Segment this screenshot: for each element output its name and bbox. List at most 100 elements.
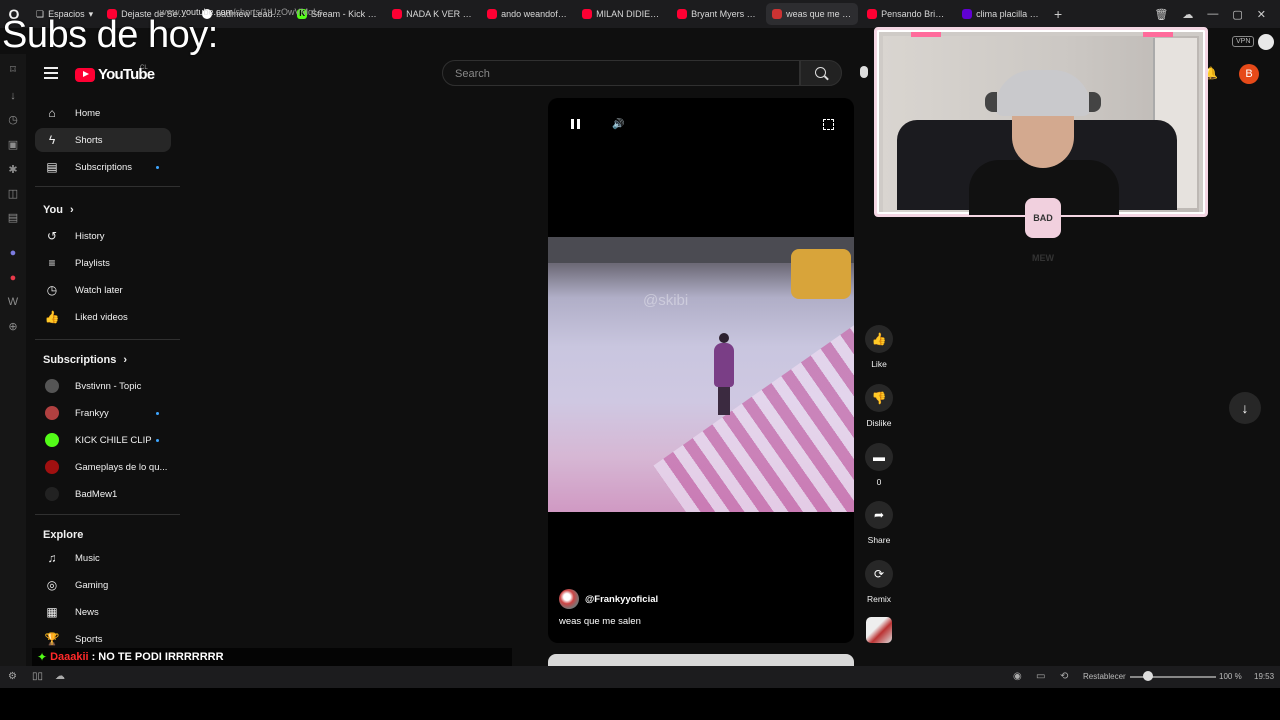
browser-tab[interactable]: clima placilla valpara	[956, 3, 1048, 25]
sidebar-item-badmew1[interactable]: BadMew1	[35, 482, 171, 506]
sidebar-icon: ⌂	[48, 106, 56, 120]
search-button[interactable]	[800, 60, 842, 86]
notes-icon[interactable]: ▣	[7, 139, 19, 151]
sidebar-item-label: News	[75, 606, 99, 618]
sidebar-item-frankyy[interactable]: Frankyy	[35, 401, 171, 425]
new-tab-button[interactable]: +	[1048, 6, 1068, 22]
add-panel-icon[interactable]: ⊕	[7, 321, 19, 333]
tab-title: MILAN DIDIER & JEF	[596, 9, 662, 19]
thumbs-up-icon: 👍	[865, 325, 893, 353]
sidebar-item-bvstivnn-topic[interactable]: Bvstivnn - Topic	[35, 374, 171, 398]
sidebar-item-subscriptions[interactable]: ▤ Subscriptions	[35, 155, 171, 179]
bookmark-icon[interactable]: ⌑	[7, 64, 19, 76]
profile-icon[interactable]	[1258, 34, 1274, 50]
next-short-preview[interactable]	[548, 654, 854, 666]
sidebar-item-news[interactable]: ▦ News	[35, 600, 171, 624]
headphones-shape	[985, 92, 1101, 112]
volume-icon[interactable]: 🔊	[612, 119, 624, 130]
browser-status-bar: ⚙ ▯▯ ☁ ◉ ▭ ⟲ Restablecer 100 % 19:53	[0, 666, 1280, 688]
search-input[interactable]	[453, 67, 787, 81]
next-video-arrow-icon[interactable]: ↓	[1229, 392, 1261, 424]
channel-link[interactable]: @Frankyyoficial	[559, 589, 658, 609]
tab-favicon-icon	[487, 9, 498, 19]
vpn-badge[interactable]: VPN	[1232, 36, 1255, 47]
clipboard-icon[interactable]: ▤	[7, 212, 19, 224]
minimize-button[interactable]: —	[1207, 8, 1218, 20]
screenshot-icon[interactable]: ◉	[1013, 671, 1022, 682]
country-code: CL	[140, 65, 148, 71]
tab-title: Pensando Brigido (D	[881, 9, 948, 19]
sidebar-divider	[35, 514, 180, 515]
sidebar-divider	[35, 339, 180, 340]
url-path: /shorts/1tUzOwVMqLs	[233, 7, 323, 17]
wikipedia-icon[interactable]: W	[7, 296, 19, 308]
sidebar-item-gaming[interactable]: ◎ Gaming	[35, 573, 171, 597]
dislike-button[interactable]: 👎 Dislike	[860, 384, 898, 428]
sidebar-item-kick-chile-clip[interactable]: KICK CHILE CLIP	[35, 428, 171, 452]
sidebar-item-label: Subscriptions	[75, 161, 133, 173]
sidebar-item-label: Bvstivnn - Topic	[75, 380, 142, 392]
chat-separator: :	[91, 651, 96, 663]
sound-thumbnail[interactable]	[866, 617, 892, 643]
browser-side-panel: ⌑ ↓ ◷ ▣ ✱ ◫ ▤ ● ● W ⊕	[0, 54, 26, 666]
history-icon[interactable]: ◷	[7, 114, 19, 126]
car-shape	[791, 249, 851, 299]
fullscreen-icon[interactable]	[823, 119, 834, 130]
sidebar-item-history[interactable]: ↺ History	[35, 224, 171, 248]
sidebar-item-label: Watch later	[75, 284, 123, 296]
settings-icon[interactable]: ⚙	[8, 671, 17, 682]
pause-icon[interactable]	[571, 119, 580, 129]
zoom-slider-handle[interactable]	[1143, 671, 1153, 681]
explore-section-header[interactable]: Explore	[43, 529, 83, 541]
download-icon[interactable]: ↓	[7, 90, 19, 102]
maximize-button[interactable]: ▢	[1232, 8, 1242, 21]
zoom-reset-button[interactable]: Restablecer	[1083, 672, 1126, 681]
channel-avatar-icon	[45, 487, 59, 501]
sidebar-divider	[35, 186, 180, 187]
tab-favicon-icon	[772, 9, 783, 19]
sidebar-icon: ≡	[48, 256, 56, 270]
messenger-icon[interactable]: ●	[7, 247, 19, 259]
comments-count: 0	[876, 477, 882, 487]
sidebar-item-watch-later[interactable]: ◷ Watch later	[35, 278, 171, 302]
toggle-icon[interactable]: ⟲	[1060, 671, 1068, 682]
browser-tab[interactable]: MILAN DIDIER & JEF	[576, 3, 668, 25]
sidebar-item-shorts[interactable]: ϟ Shorts	[35, 128, 171, 152]
sync-cloud-icon[interactable]: ☁	[55, 671, 65, 682]
tab-favicon-icon	[582, 9, 593, 19]
mic-icon[interactable]	[860, 66, 868, 78]
remix-button[interactable]: ⟳ Remix	[860, 560, 898, 604]
browser-tab[interactable]: ando weandoft alan	[481, 3, 573, 25]
browser-tab[interactable]: NADA K VER - Benji I	[386, 3, 478, 25]
like-button[interactable]: 👍 Like	[860, 325, 898, 369]
sidebar-item-gameplays-de-lo-qu[interactable]: Gameplays de lo qu...	[35, 455, 171, 479]
sidebar-item-music[interactable]: ♫ Music	[35, 546, 171, 570]
window-controls: 🗑 ☁ — ▢ ✕	[1154, 0, 1280, 28]
browser-tab[interactable]: Pensando Brigido (D	[861, 3, 953, 25]
sidebar-item-liked-videos[interactable]: 👍 Liked videos	[35, 305, 171, 329]
chat-text: NO TE PODI IRRRRRRR	[98, 651, 224, 663]
window-icon[interactable]: ▭	[1036, 671, 1045, 682]
browser-tab[interactable]: weas que me salen	[766, 3, 859, 25]
tab-title: weas que me salen	[786, 9, 852, 19]
extensions-icon[interactable]: ✱	[7, 164, 19, 176]
avatar[interactable]: B	[1239, 64, 1259, 84]
browser-tab[interactable]: Bryant Myers x Cris I	[671, 3, 763, 25]
wallet-icon[interactable]: ◫	[7, 188, 19, 200]
trash-icon[interactable]: 🗑	[1154, 8, 1168, 21]
close-window-button[interactable]: ✕	[1257, 8, 1266, 21]
you-section-header[interactable]: You ›	[43, 204, 74, 216]
sidebar-item-home[interactable]: ⌂ Home	[35, 101, 171, 125]
split-view-icon[interactable]: ▯▯	[32, 671, 43, 682]
remix-label: Remix	[866, 594, 892, 604]
menu-icon[interactable]	[44, 67, 58, 82]
share-button[interactable]: ➦ Share	[860, 501, 898, 545]
channel-name: @Frankyyoficial	[585, 593, 659, 605]
sidebar-item-label: KICK CHILE CLIP	[75, 434, 152, 446]
cloud-icon[interactable]: ☁	[1182, 8, 1193, 21]
opera-icon[interactable]: ●	[7, 272, 19, 284]
comments-button[interactable]: ▬ 0	[860, 443, 898, 487]
shorts-player[interactable]: 🔊 @skibi @Frankyyoficial weas que me sal…	[548, 98, 854, 643]
subscriptions-section-header[interactable]: Subscriptions ›	[43, 354, 127, 366]
sidebar-item-playlists[interactable]: ≡ Playlists	[35, 251, 171, 275]
